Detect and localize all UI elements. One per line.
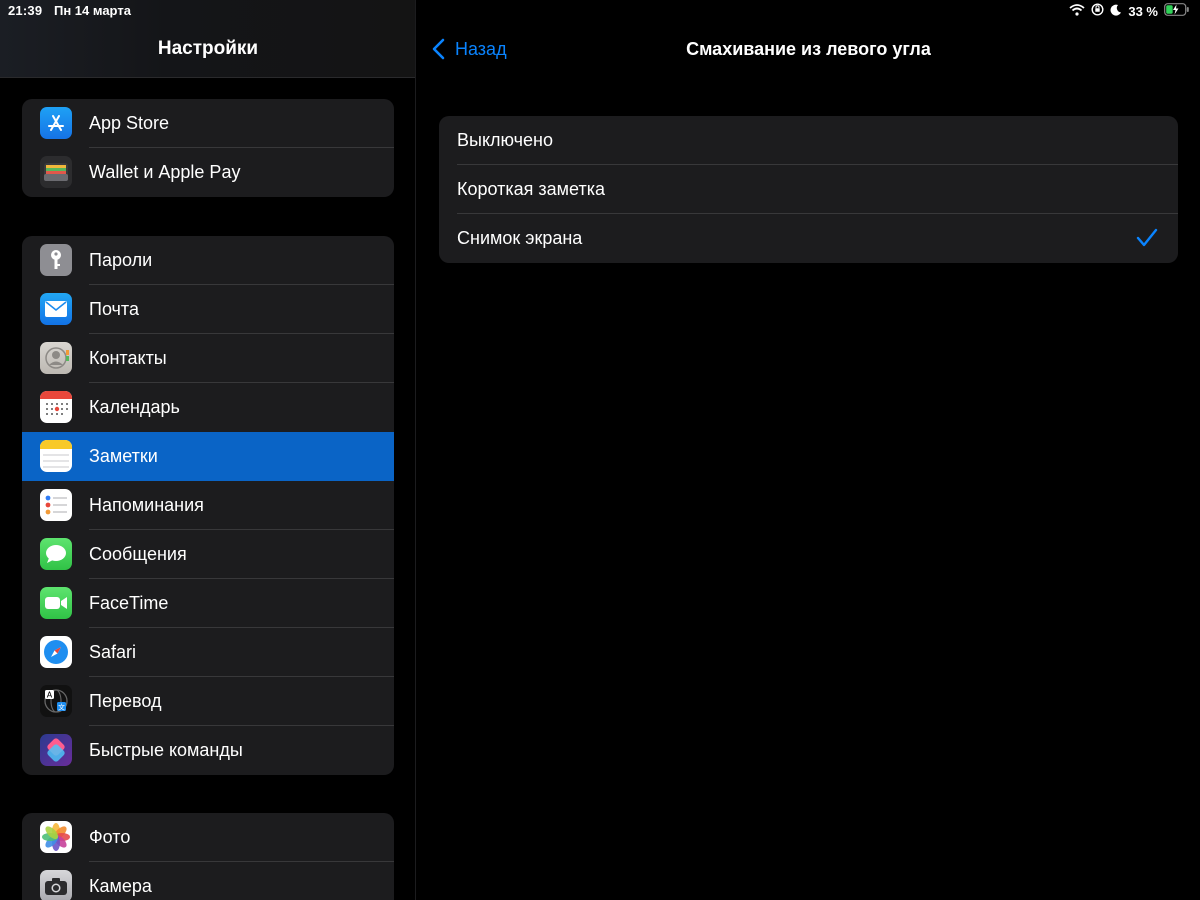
status-time: 21:39: [8, 3, 43, 18]
sidebar-item-label: Контакты: [89, 348, 167, 368]
sidebar-item-mail[interactable]: Почта: [22, 285, 394, 334]
facetime-icon: [40, 587, 72, 619]
sidebar-item-translate[interactable]: A文 Перевод: [22, 677, 394, 726]
sidebar-item-messages[interactable]: Сообщения: [22, 530, 394, 579]
contacts-icon: [40, 342, 72, 374]
option-screenshot[interactable]: Снимок экрана: [439, 214, 1178, 263]
option-quick-note[interactable]: Короткая заметка: [439, 165, 1178, 214]
sidebar-item-label: Быстрые команды: [89, 740, 243, 760]
option-label: Снимок экрана: [457, 228, 583, 248]
option-off[interactable]: Выключено: [439, 116, 1178, 165]
wifi-icon: [1069, 3, 1085, 19]
photos-icon: [40, 821, 72, 853]
checkmark-icon: [1136, 228, 1158, 247]
sidebar-item-label: App Store: [89, 113, 170, 133]
orientation-lock-icon: [1091, 3, 1104, 19]
mail-icon: [40, 293, 72, 325]
wallet-icon: [40, 156, 72, 188]
battery-percent: 33 %: [1128, 3, 1158, 19]
key-icon: [40, 244, 72, 276]
settings-group-store: App Store Wallet и Apple Pay: [22, 99, 394, 197]
settings-sidebar: 21:39 Пн 14 марта Настройки App Store Wa…: [0, 0, 416, 900]
sidebar-item-photos[interactable]: Фото: [22, 813, 394, 862]
sidebar-item-camera[interactable]: Камера: [22, 862, 394, 900]
sidebar-item-label: Календарь: [89, 397, 180, 417]
sidebar-item-label: Пароли: [89, 250, 153, 270]
calendar-icon: [40, 391, 72, 423]
sidebar-item-label: Напоминания: [89, 495, 204, 515]
sidebar-item-app-store[interactable]: App Store: [22, 99, 394, 148]
option-label: Короткая заметка: [457, 179, 605, 199]
sidebar-item-contacts[interactable]: Контакты: [22, 334, 394, 383]
reminders-icon: [40, 489, 72, 521]
sidebar-item-label: Сообщения: [89, 544, 187, 564]
sidebar-item-calendar[interactable]: Календарь: [22, 383, 394, 432]
messages-icon: [40, 538, 72, 570]
moon-icon: [1110, 4, 1122, 19]
status-date: Пн 14 марта: [54, 3, 131, 18]
battery-charging-icon: [1164, 3, 1190, 19]
sidebar-header: 21:39 Пн 14 марта Настройки: [0, 0, 415, 78]
notes-icon: [40, 440, 72, 472]
sidebar-item-label: Wallet и Apple Pay: [89, 162, 241, 182]
option-label: Выключено: [457, 130, 553, 150]
swipe-options-list: Выключено Короткая заметка Снимок экрана: [439, 116, 1178, 263]
svg-text:文: 文: [58, 703, 65, 712]
sidebar-item-safari[interactable]: Safari: [22, 628, 394, 677]
sidebar-item-label: Камера: [89, 876, 152, 896]
sidebar-item-facetime[interactable]: FaceTime: [22, 579, 394, 628]
sidebar-item-label: Safari: [89, 642, 137, 662]
sidebar-item-reminders[interactable]: Напоминания: [22, 481, 394, 530]
sidebar-item-shortcuts[interactable]: Быстрые команды: [22, 726, 394, 775]
sidebar-title: Настройки: [157, 38, 259, 59]
sidebar-item-wallet[interactable]: Wallet и Apple Pay: [22, 148, 394, 197]
page-title: Смахивание из левого угла: [686, 39, 931, 59]
sidebar-item-notes[interactable]: Заметки: [22, 432, 394, 481]
sidebar-item-label: Перевод: [89, 691, 162, 711]
translate-icon: A文: [40, 685, 72, 717]
sidebar-item-label: Почта: [89, 299, 139, 319]
safari-icon: [40, 636, 72, 668]
camera-icon: [40, 870, 72, 900]
sidebar-item-label: Заметки: [89, 446, 158, 466]
status-indicators: 33 %: [1069, 2, 1190, 20]
sidebar-item-label: FaceTime: [89, 593, 169, 613]
sidebar-item-label: Фото: [89, 827, 131, 847]
sidebar-item-passwords[interactable]: Пароли: [22, 236, 394, 285]
detail-pane: 33 % Назад Смахивание из левого угла Вык…: [417, 0, 1200, 900]
svg-text:A: A: [47, 691, 53, 700]
settings-group-apps: Пароли Почта Контакты Календарь Заметки …: [22, 236, 394, 775]
app-store-icon: [40, 107, 72, 139]
settings-group-media: Фото Камера: [22, 813, 394, 900]
shortcuts-icon: [40, 734, 72, 766]
